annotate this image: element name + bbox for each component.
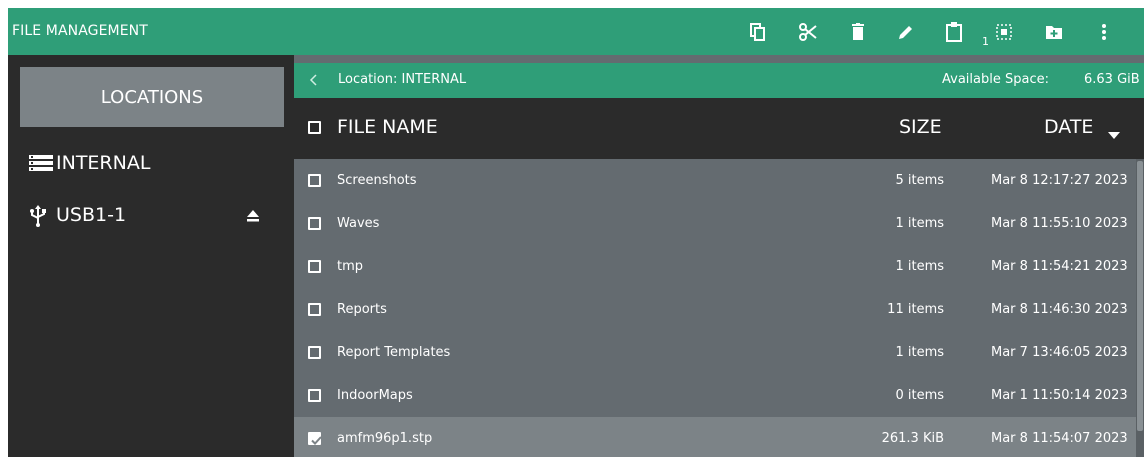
file-row[interactable]: tmp 1 items Mar 8 11:54:21 2023 bbox=[294, 245, 1136, 288]
current-location: Location: INTERNAL bbox=[338, 72, 467, 87]
file-list: Screenshots 5 items Mar 8 12:17:27 2023 … bbox=[294, 159, 1144, 457]
file-name: Screenshots bbox=[337, 173, 417, 188]
column-header: FILE NAME SIZE DATE bbox=[294, 98, 1144, 159]
locations-sidebar: LOCATIONS INTERNAL USB1-1 bbox=[8, 55, 294, 457]
file-row[interactable]: IndoorMaps 0 items Mar 1 11:50:14 2023 bbox=[294, 374, 1136, 417]
file-date: Mar 8 11:54:07 2023 bbox=[991, 431, 1128, 446]
back-chevron-icon[interactable] bbox=[306, 72, 322, 88]
scrollbar-thumb[interactable] bbox=[1137, 161, 1143, 431]
clipboard-count: 1 bbox=[982, 35, 989, 48]
cut-icon[interactable] bbox=[794, 18, 822, 46]
row-checkbox[interactable] bbox=[308, 346, 321, 359]
column-file-name[interactable]: FILE NAME bbox=[337, 116, 438, 138]
usb-icon bbox=[28, 205, 54, 227]
select-all-icon[interactable] bbox=[990, 18, 1018, 46]
copy-icon[interactable] bbox=[744, 18, 772, 46]
title-bar: FILE MANAGEMENT 1 bbox=[8, 8, 1144, 55]
location-bar: Location: INTERNAL Available Space: 6.63… bbox=[294, 63, 1144, 98]
file-size: 5 items bbox=[895, 173, 944, 188]
rename-icon[interactable] bbox=[892, 18, 920, 46]
file-size: 1 items bbox=[895, 259, 944, 274]
delete-icon[interactable] bbox=[844, 18, 872, 46]
file-name: amfm96p1.stp bbox=[337, 431, 433, 446]
file-size: 0 items bbox=[895, 388, 944, 403]
available-space-label: Available Space: bbox=[942, 72, 1049, 87]
file-name: IndoorMaps bbox=[337, 388, 413, 403]
file-row[interactable]: Report Templates 1 items Mar 7 13:46:05 … bbox=[294, 331, 1136, 374]
file-name: Report Templates bbox=[337, 345, 451, 360]
row-checkbox[interactable] bbox=[308, 303, 321, 316]
column-date[interactable]: DATE bbox=[1044, 116, 1093, 138]
sidebar-item-internal[interactable]: INTERNAL bbox=[8, 143, 294, 183]
app-window: FILE MANAGEMENT 1 LOCATIONS INTERNAL USB… bbox=[8, 8, 1144, 457]
paste-icon[interactable] bbox=[940, 18, 968, 46]
file-name: tmp bbox=[337, 259, 364, 274]
eject-icon[interactable] bbox=[246, 208, 260, 222]
vertical-scrollbar[interactable] bbox=[1136, 159, 1144, 457]
more-icon[interactable] bbox=[1090, 18, 1118, 46]
file-row-selected[interactable]: amfm96p1.stp 261.3 KiB Mar 8 11:54:07 20… bbox=[294, 417, 1136, 457]
sidebar-item-label: INTERNAL bbox=[56, 152, 151, 174]
sidebar-item-label: USB1-1 bbox=[56, 204, 127, 226]
file-size: 261.3 KiB bbox=[881, 431, 944, 446]
file-row[interactable]: Reports 11 items Mar 8 11:46:30 2023 bbox=[294, 288, 1136, 331]
locations-header[interactable]: LOCATIONS bbox=[20, 67, 284, 127]
app-title: FILE MANAGEMENT bbox=[12, 23, 148, 39]
file-name: Reports bbox=[337, 302, 387, 317]
new-folder-icon[interactable] bbox=[1040, 18, 1068, 46]
row-checkbox[interactable] bbox=[308, 389, 321, 402]
file-name: Waves bbox=[337, 216, 380, 231]
file-date: Mar 8 11:54:21 2023 bbox=[991, 259, 1128, 274]
sort-down-icon[interactable] bbox=[1108, 125, 1120, 139]
file-size: 1 items bbox=[895, 345, 944, 360]
select-all-checkbox[interactable] bbox=[308, 121, 321, 134]
file-date: Mar 8 11:46:30 2023 bbox=[991, 302, 1128, 317]
file-size: 1 items bbox=[895, 216, 944, 231]
storage-icon bbox=[28, 153, 54, 173]
row-checkbox[interactable] bbox=[308, 174, 321, 187]
file-size: 11 items bbox=[887, 302, 944, 317]
row-checkbox[interactable] bbox=[308, 260, 321, 273]
sidebar-item-usb[interactable]: USB1-1 bbox=[8, 195, 294, 235]
file-browser: Location: INTERNAL Available Space: 6.63… bbox=[294, 55, 1144, 457]
row-checkbox[interactable] bbox=[308, 217, 321, 230]
file-row[interactable]: Screenshots 5 items Mar 8 12:17:27 2023 bbox=[294, 159, 1136, 202]
file-date: Mar 8 12:17:27 2023 bbox=[991, 173, 1128, 188]
column-size[interactable]: SIZE bbox=[899, 116, 942, 138]
available-space-value: 6.63 GiB bbox=[1084, 72, 1140, 87]
file-date: Mar 8 11:55:10 2023 bbox=[991, 216, 1128, 231]
file-date: Mar 7 13:46:05 2023 bbox=[991, 345, 1128, 360]
row-checkbox-checked[interactable] bbox=[308, 432, 322, 445]
file-row[interactable]: Waves 1 items Mar 8 11:55:10 2023 bbox=[294, 202, 1136, 245]
file-date: Mar 1 11:50:14 2023 bbox=[991, 388, 1128, 403]
